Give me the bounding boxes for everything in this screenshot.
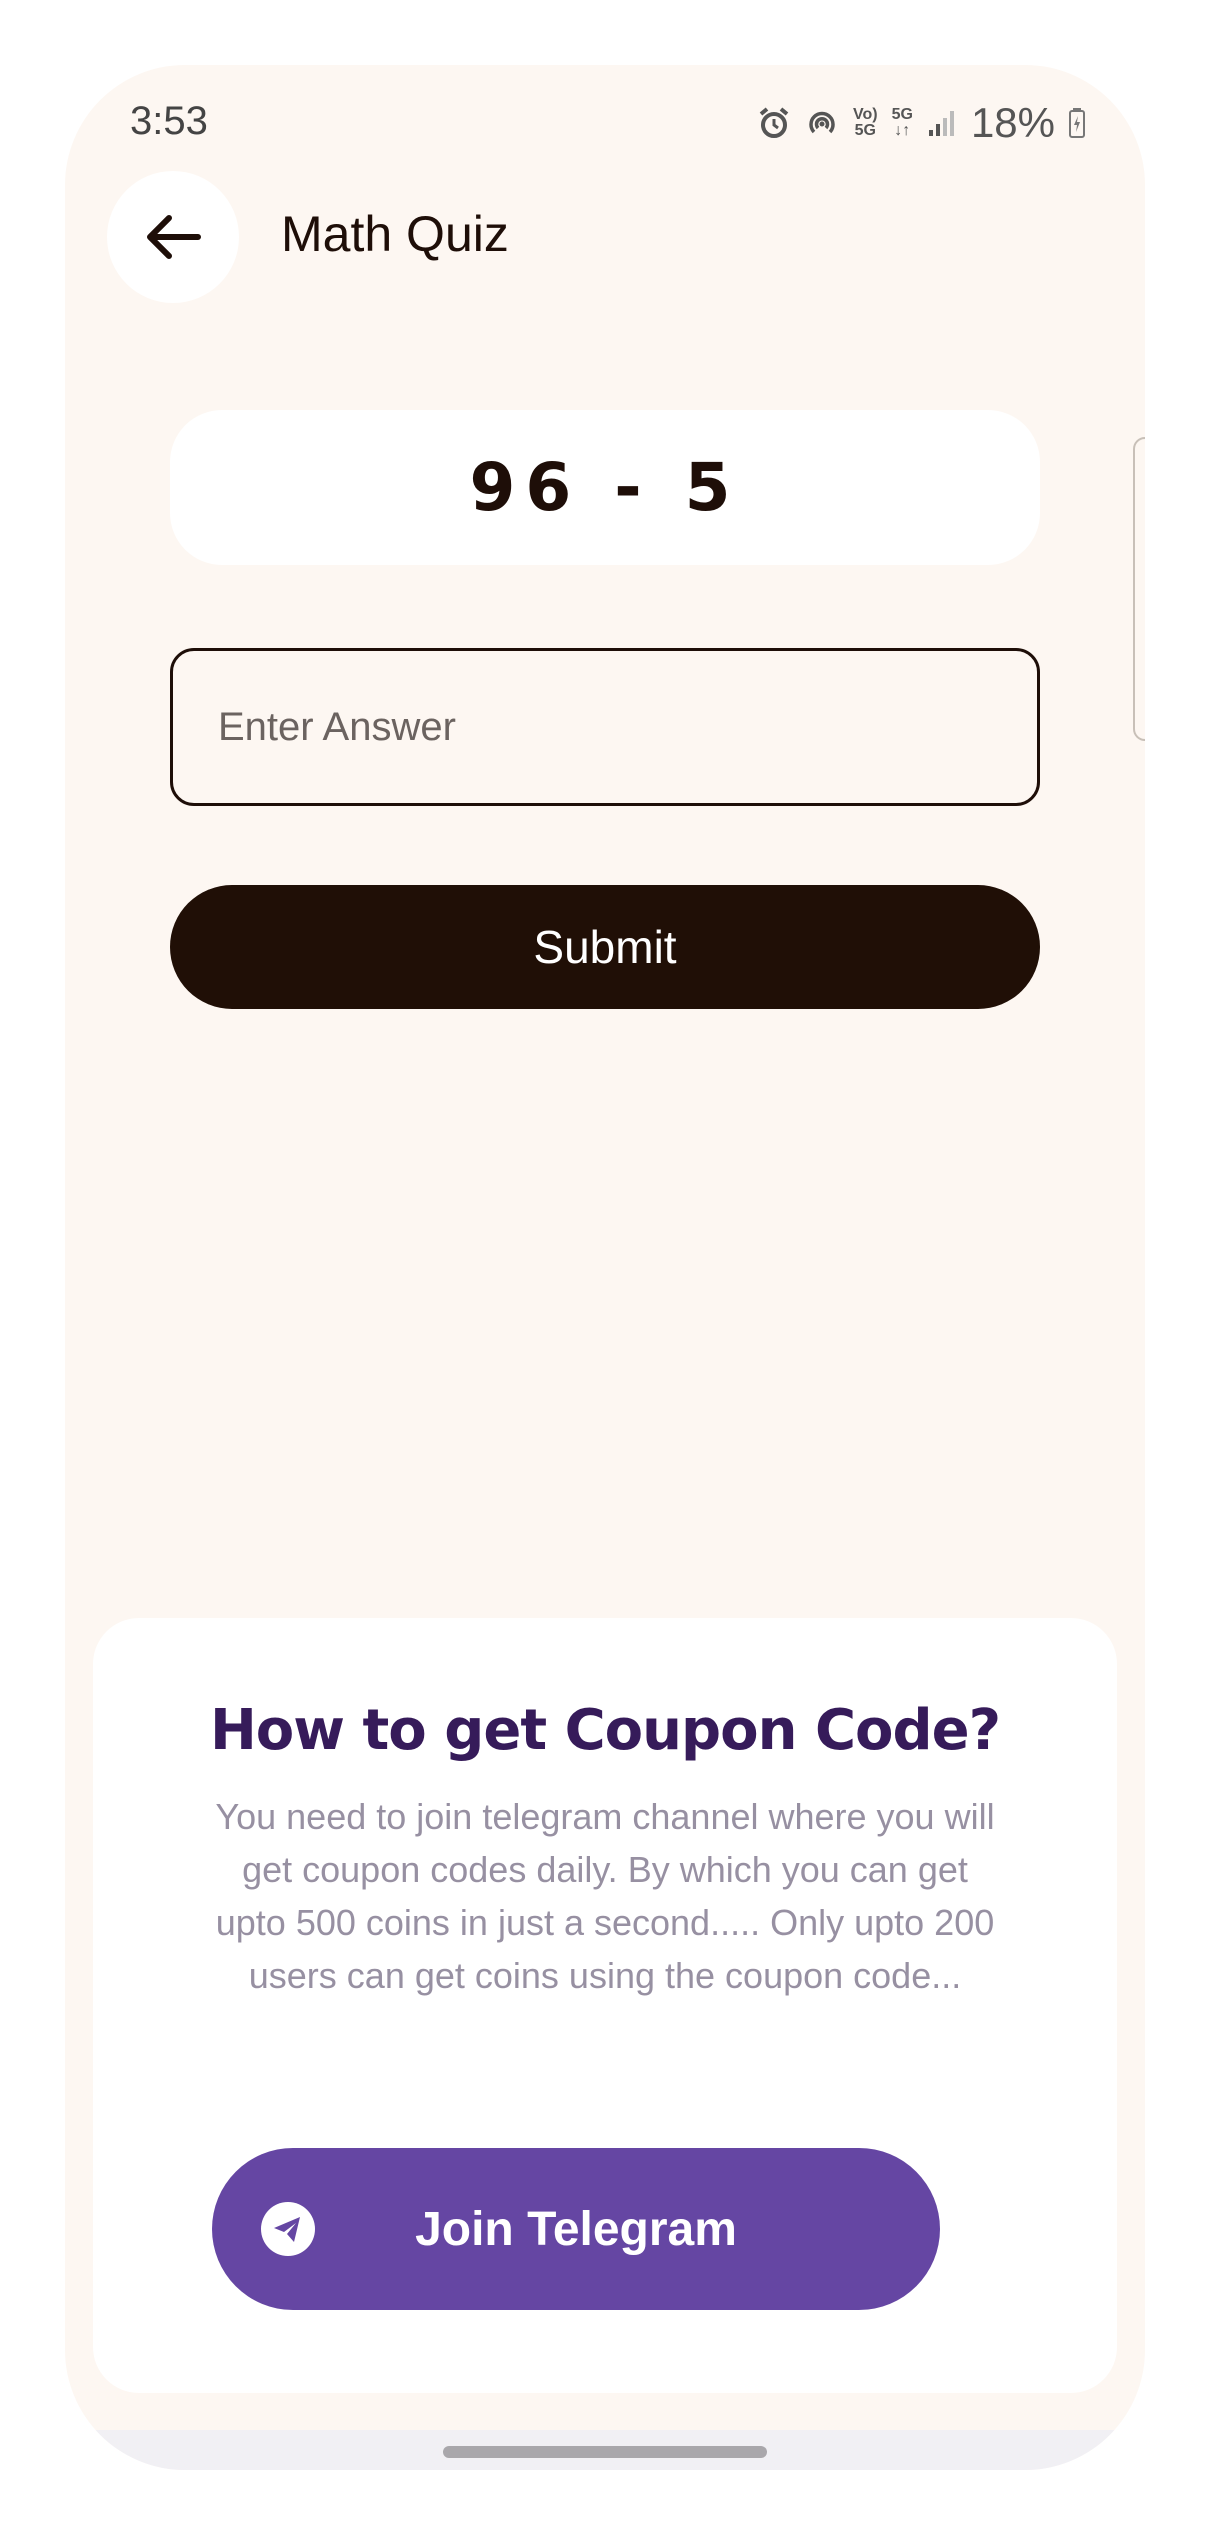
- page-title: Math Quiz: [281, 206, 509, 262]
- back-button[interactable]: [107, 171, 239, 303]
- alarm-icon: [757, 106, 791, 140]
- submit-button[interactable]: Submit: [170, 885, 1040, 1009]
- signal-icon: [927, 108, 957, 138]
- hotspot-icon: [805, 106, 839, 140]
- battery-icon: [1069, 108, 1085, 138]
- status-icons: Vo) 5G 5G ↓↑ 18%: [757, 99, 1085, 147]
- volte-icon: Vo) 5G: [853, 106, 878, 139]
- answer-input[interactable]: [170, 648, 1040, 806]
- app-screen: 3:53 Vo) 5G 5G ↓↑ 18% Math Quiz 96 - 5 E…: [65, 65, 1145, 2470]
- 5g-data-icon: 5G ↓↑: [891, 106, 913, 139]
- home-indicator[interactable]: [443, 2446, 767, 2458]
- coupon-description: You need to join telegram channel where …: [215, 1796, 995, 1996]
- coupon-heading: How to get Coupon Code?: [209, 1698, 1001, 1763]
- status-time: 3:53: [130, 99, 208, 143]
- question-card: 96 - 5: [170, 410, 1040, 565]
- question-text: 96 - 5: [469, 449, 741, 526]
- join-telegram-button[interactable]: Join Telegram: [212, 2148, 940, 2310]
- arrow-left-icon: [147, 215, 201, 259]
- battery-percent: 18%: [970, 99, 1055, 146]
- join-telegram-label: Join Telegram: [415, 2202, 737, 2256]
- telegram-icon: [261, 2202, 315, 2256]
- edge-panel-handle[interactable]: [1133, 437, 1145, 741]
